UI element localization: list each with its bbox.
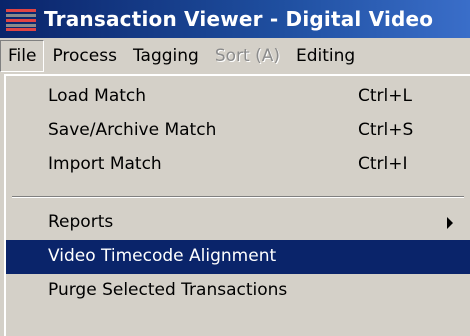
menu-file[interactable]: File (0, 40, 45, 72)
app-icon[interactable] (6, 7, 36, 31)
menu-item-import-match[interactable]: Import Match Ctrl+I (6, 148, 470, 182)
menu-bar: File Process Tagging Sort (A) Editing (0, 38, 470, 74)
menu-item-shortcut: Ctrl+S (358, 120, 414, 140)
menu-item-reports[interactable]: Reports (6, 206, 470, 240)
menu-item-label: Video Timecode Alignment (48, 246, 277, 266)
menu-editing[interactable]: Editing (288, 40, 363, 72)
menu-item-label: Import Match (48, 154, 162, 174)
chevron-right-icon (447, 217, 453, 229)
title-bar: Transaction Viewer - Digital Video (0, 0, 470, 38)
menu-tagging[interactable]: Tagging (125, 40, 207, 72)
menu-process[interactable]: Process (44, 40, 125, 72)
file-menu-dropdown: Load Match Ctrl+L Save/Archive Match Ctr… (4, 74, 470, 336)
menu-item-video-timecode-alignment[interactable]: Video Timecode Alignment (6, 240, 470, 274)
menu-item-shortcut: Ctrl+L (358, 86, 412, 106)
menu-sort: Sort (A) (214, 46, 280, 66)
menu-item-label: Reports (48, 212, 114, 232)
menu-item-purge-selected-transactions[interactable]: Purge Selected Transactions (6, 274, 470, 308)
menu-item-load-match[interactable]: Load Match Ctrl+L (6, 80, 470, 114)
menu-item-label: Purge Selected Transactions (48, 280, 288, 300)
window-title: Transaction Viewer - Digital Video (44, 7, 434, 31)
menu-item-label: Load Match (48, 86, 147, 106)
menu-item-save-archive-match[interactable]: Save/Archive Match Ctrl+S (6, 114, 470, 148)
menu-item-label: Save/Archive Match (48, 120, 217, 140)
menu-item-shortcut: Ctrl+I (358, 154, 408, 174)
menu-separator (12, 196, 464, 198)
